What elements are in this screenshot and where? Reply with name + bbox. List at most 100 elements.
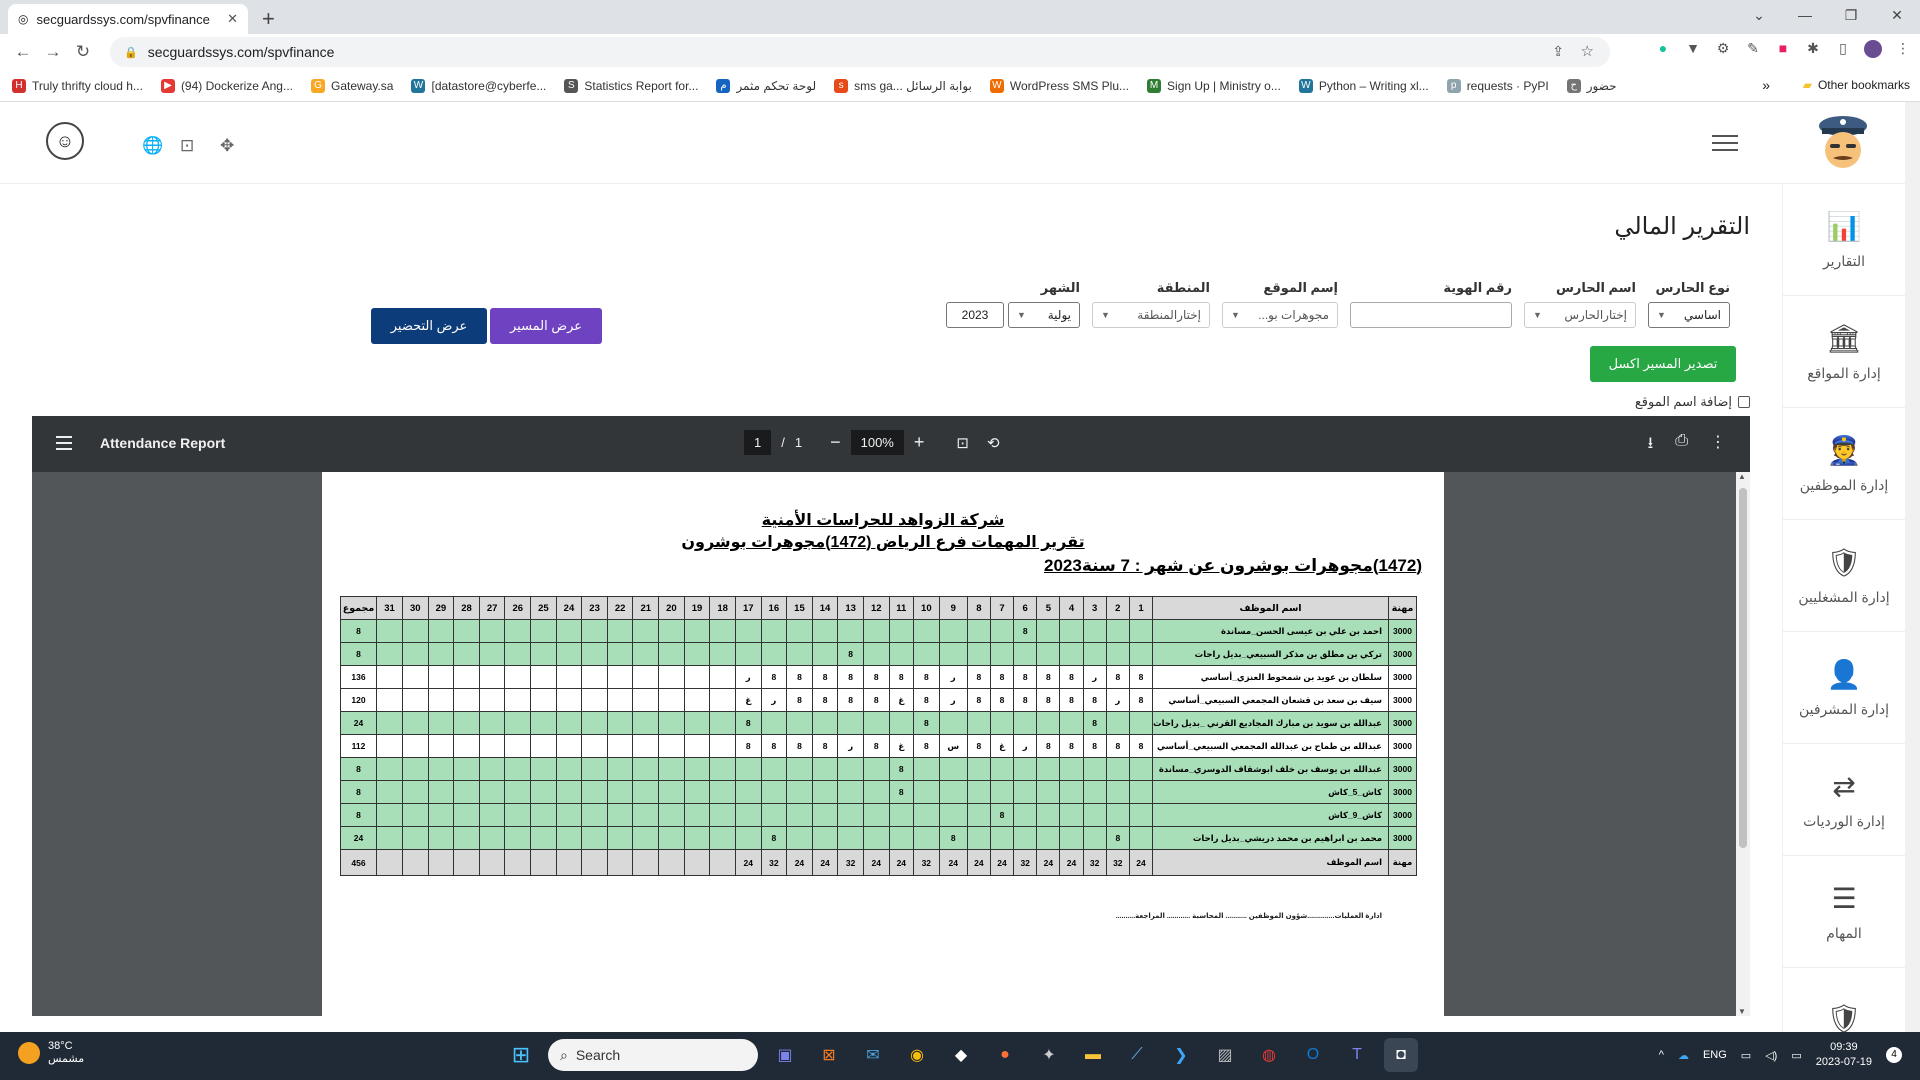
address-bar[interactable]: 🔒 secguardssys.com/spvfinance ⇪ ☆: [110, 37, 1610, 67]
region-select[interactable]: إختارالمنطقة ▼: [1092, 302, 1210, 328]
sidebar-item[interactable]: ⇄ إدارة الورديات: [1783, 744, 1905, 856]
puzzle-icon[interactable]: ✱: [1804, 40, 1822, 58]
meet-icon[interactable]: ▣: [768, 1038, 802, 1072]
site-name-select[interactable]: مجوهرات بو... ▼: [1222, 302, 1338, 328]
sidebar-item[interactable]: 🏛 إدارة المواقع: [1783, 296, 1905, 408]
folder-icon[interactable]: ▬: [1076, 1038, 1110, 1072]
bookmark-item[interactable]: M Sign Up | Ministry o...: [1147, 78, 1281, 93]
minimize-icon[interactable]: —: [1782, 0, 1828, 30]
sidepanel-icon[interactable]: ▯: [1834, 40, 1852, 58]
zoom-out-icon[interactable]: −: [830, 432, 841, 453]
more-icon[interactable]: ⋮: [1894, 40, 1912, 58]
scroll-down-icon[interactable]: ▼: [1738, 1007, 1746, 1016]
xampp-icon[interactable]: ⊠: [812, 1038, 846, 1072]
bookmark-item[interactable]: G Gateway.sa: [311, 78, 393, 93]
user-avatar-icon[interactable]: ☺: [46, 122, 84, 160]
share-icon[interactable]: ⇪: [1552, 43, 1564, 60]
mysql-icon[interactable]: ⟋: [1120, 1038, 1154, 1072]
menu-toggle-icon[interactable]: [1712, 135, 1738, 151]
year-input[interactable]: 2023: [946, 302, 1004, 328]
sidebar-item[interactable]: 🛡 إدارة المشغليين: [1783, 520, 1905, 632]
guard-type-select[interactable]: اساسي ▼: [1648, 302, 1730, 328]
mail-icon[interactable]: ✉: [856, 1038, 890, 1072]
grammarly-icon[interactable]: ●: [1654, 40, 1672, 58]
checkbox-box[interactable]: [1738, 396, 1750, 408]
scroll-up-icon[interactable]: ▲: [1738, 472, 1746, 481]
scroll-thumb[interactable]: [1739, 488, 1747, 848]
chrome-icon[interactable]: ◉: [900, 1038, 934, 1072]
pdf-menu-icon[interactable]: [56, 436, 72, 450]
firefox-icon[interactable]: ●: [988, 1038, 1022, 1072]
download-icon[interactable]: ⭳: [1648, 432, 1654, 459]
sidebar-item[interactable]: 👮 إدارة الموظفين: [1783, 408, 1905, 520]
restore-icon[interactable]: ❐: [1828, 0, 1874, 30]
bookmark-item[interactable]: W Python – Writing xl...: [1298, 78, 1429, 93]
taskbar-search[interactable]: ⌕ Search: [548, 1039, 758, 1071]
sidebar-item[interactable]: 📊 التقارير: [1783, 184, 1905, 296]
network-icon[interactable]: ▭: [1741, 1049, 1751, 1062]
start-icon[interactable]: ⊞: [504, 1038, 538, 1072]
clock[interactable]: 09:39 2023-07-19: [1816, 1040, 1872, 1070]
profile-avatar[interactable]: [1864, 40, 1882, 58]
other-bookmarks[interactable]: ▰ Other bookmarks: [1803, 78, 1910, 92]
bookmark-item[interactable]: ▶ (94) Dockerize Ang...: [160, 78, 293, 93]
show-route-button[interactable]: عرض المسير: [490, 308, 602, 344]
page-scrollbar[interactable]: [1905, 102, 1920, 1032]
chevron-up-icon[interactable]: ^: [1659, 1049, 1664, 1061]
outlook-icon[interactable]: O: [1296, 1038, 1330, 1072]
sidebar-item[interactable]: ☰ المهام: [1783, 856, 1905, 968]
teams-icon[interactable]: T: [1340, 1038, 1374, 1072]
vpn-icon[interactable]: ▼: [1684, 40, 1702, 58]
show-attendance-button[interactable]: عرض التحضير: [371, 308, 487, 344]
browser-tab[interactable]: ◎ secguardssys.com/spvfinance ✕: [8, 4, 248, 34]
cloud-icon[interactable]: ☁: [1678, 1049, 1689, 1062]
more-icon[interactable]: ⋮: [1710, 432, 1726, 459]
extension-icon[interactable]: ⚙: [1714, 40, 1732, 58]
vscode-icon[interactable]: ❯: [1164, 1038, 1198, 1072]
bookmark-item[interactable]: W WordPress SMS Plu...: [989, 78, 1129, 93]
back-icon[interactable]: ←: [8, 42, 38, 62]
id-number-input[interactable]: [1350, 302, 1512, 328]
colorzilla-icon[interactable]: ■: [1774, 40, 1792, 58]
bookmark-item[interactable]: H Truly thrifty cloud h...: [12, 78, 143, 93]
zoom-level[interactable]: 100%: [850, 430, 904, 455]
active-app-icon[interactable]: ◘: [1384, 1038, 1418, 1072]
notification-badge[interactable]: 4: [1886, 1047, 1902, 1063]
window-close-icon[interactable]: ✕: [1874, 0, 1920, 30]
print-icon[interactable]: ⎙: [1675, 432, 1688, 459]
bookmark-item[interactable]: ح حضور: [1566, 78, 1617, 93]
star-icon[interactable]: ☆: [1581, 42, 1594, 60]
export-excel-button[interactable]: تصدير المسير اكسل: [1590, 346, 1736, 382]
games-icon[interactable]: ✦: [1032, 1038, 1066, 1072]
sidebar-item[interactable]: 👤 إدارة المشرفين: [1783, 632, 1905, 744]
globe-icon[interactable]: 🌐: [142, 136, 163, 156]
forward-icon[interactable]: →: [38, 42, 68, 62]
new-tab-icon[interactable]: +: [262, 6, 275, 32]
guard-name-select[interactable]: إختارالحارس ▼: [1524, 302, 1636, 328]
user-search-icon[interactable]: ⊡: [180, 136, 194, 156]
fullscreen-icon[interactable]: ✥: [220, 136, 234, 156]
pdf-scrollbar[interactable]: ▲ ▼: [1736, 472, 1750, 1016]
tab-search-icon[interactable]: ⌄: [1736, 0, 1782, 30]
eyedropper-icon[interactable]: ✎: [1744, 40, 1762, 58]
weather-widget[interactable]: 38°C مشمس: [18, 1040, 84, 1065]
photos-icon[interactable]: ▨: [1208, 1038, 1242, 1072]
battery-icon[interactable]: ▭: [1791, 1049, 1801, 1062]
app-icon[interactable]: ◆: [944, 1038, 978, 1072]
rotate-icon[interactable]: ⟲: [987, 434, 1000, 452]
reload-icon[interactable]: ↻: [68, 42, 98, 62]
bookmark-item[interactable]: p requests · PyPI: [1446, 78, 1549, 93]
zoom-in-icon[interactable]: +: [914, 432, 925, 453]
add-site-name-checkbox[interactable]: إضافة اسم الموقع: [1635, 394, 1750, 410]
close-icon[interactable]: ✕: [227, 11, 238, 27]
volume-icon[interactable]: ◁): [1765, 1049, 1777, 1062]
bookmark-item[interactable]: S Statistics Report for...: [564, 78, 698, 93]
bookmarks-overflow-icon[interactable]: »: [1762, 77, 1770, 93]
fit-page-icon[interactable]: ⊡: [956, 434, 969, 452]
month-select[interactable]: يولية ▼: [1008, 302, 1080, 328]
bookmark-item[interactable]: م لوحة تحكم مثمر: [716, 78, 816, 93]
bookmark-item[interactable]: W [datastore@cyberfe...: [411, 78, 546, 93]
page-input[interactable]: 1: [744, 430, 772, 455]
app2-icon[interactable]: ◍: [1252, 1038, 1286, 1072]
language-indicator[interactable]: ENG: [1703, 1049, 1727, 1061]
